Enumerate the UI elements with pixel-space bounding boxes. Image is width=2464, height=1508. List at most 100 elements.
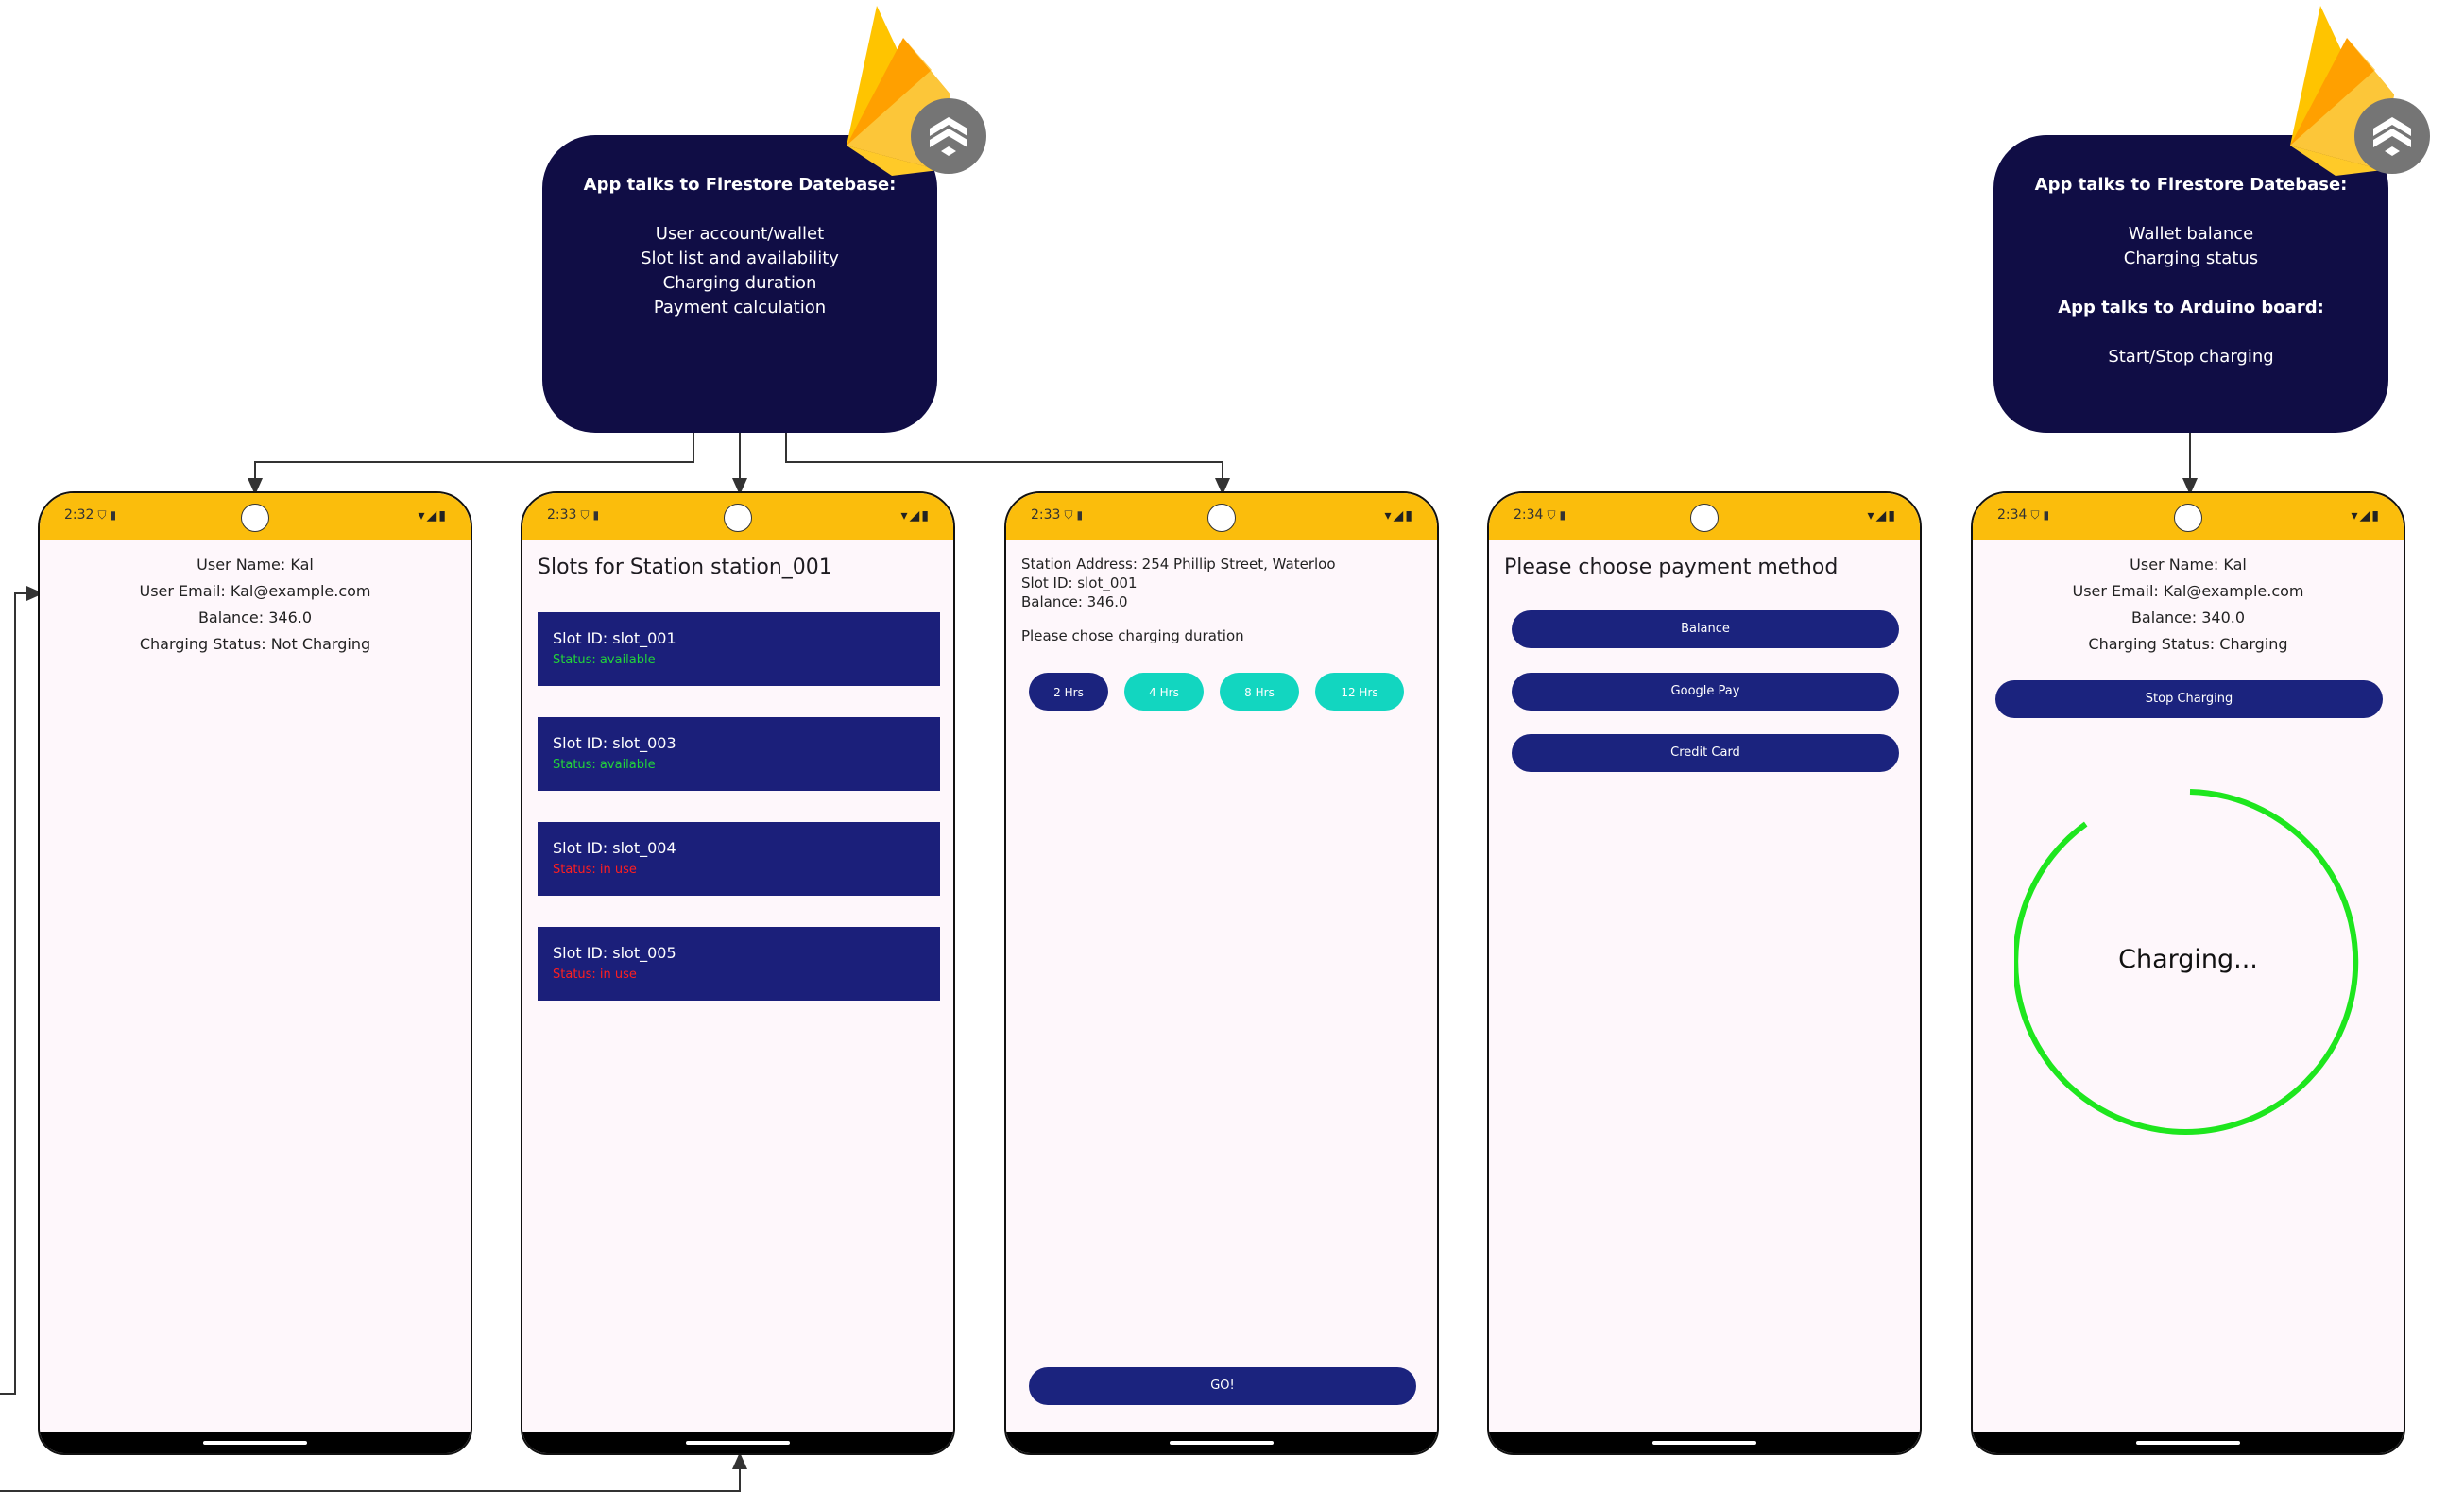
signal-icon: ◢ — [1393, 508, 1406, 523]
box-line: Charging status — [2123, 248, 2259, 268]
arrow-to-screen-3 — [785, 433, 1230, 495]
wifi-icon: ▾ — [900, 508, 910, 523]
camera-cutout — [1690, 504, 1719, 532]
battery-icon: ▮ — [1405, 508, 1414, 523]
page-title: Please choose payment method — [1504, 556, 1839, 579]
slot-id: Slot ID: slot_001 — [1021, 574, 1138, 591]
nav-bar — [1973, 1432, 2404, 1453]
battery-icon: ▮ — [2371, 508, 2381, 523]
duration-prompt: Please chose charging duration — [1021, 627, 1244, 644]
arrow-back-to-screen-2 — [0, 1452, 747, 1492]
nav-bar — [1489, 1432, 1920, 1453]
balance: Balance: 340.0 — [2130, 608, 2246, 626]
battery-icon: ▮ — [438, 508, 448, 523]
shield-icon: ⛉ — [580, 508, 590, 522]
arrow-back-to-screen-1 — [0, 586, 43, 1395]
status-bar: 2:33 ⛉ ▮ ▾◢▮ — [522, 493, 953, 540]
status-time: 2:33 — [1031, 507, 1061, 523]
screen-profile: 2:32 ⛉ ▮ ▾◢▮ User Name: Kal User Email: Ka… — [38, 491, 472, 1455]
home-indicator[interactable] — [1170, 1441, 1274, 1445]
slot-card[interactable]: Slot ID: slot_003 Status: available — [538, 717, 940, 791]
status-time: 2:34 — [1997, 507, 2028, 523]
user-email: User Email: Kal@example.com — [139, 582, 371, 600]
nav-bar — [522, 1432, 953, 1453]
camera-cutout — [2174, 504, 2202, 532]
battery-icon: ▮ — [921, 508, 931, 523]
slot-id: Slot ID: slot_004 — [553, 839, 676, 857]
slot-id: Slot ID: slot_001 — [553, 629, 676, 647]
firebase-logo-icon — [2290, 6, 2430, 176]
duration-12hrs-button[interactable]: 12 Hrs — [1315, 673, 1404, 711]
charging-label: Charging... — [2118, 945, 2258, 974]
shield-icon: ⛉ — [2030, 508, 2040, 522]
box-line: User account/wallet — [655, 224, 825, 244]
slot-card[interactable]: Slot ID: slot_005 Status: in use — [538, 927, 940, 1001]
slot-id: Slot ID: slot_003 — [553, 734, 676, 752]
slot-card[interactable]: Slot ID: slot_004 Status: in use — [538, 822, 940, 896]
nav-bar — [40, 1432, 471, 1453]
camera-cutout — [1207, 504, 1236, 532]
camera-cutout — [724, 504, 752, 532]
home-indicator[interactable] — [203, 1441, 307, 1445]
home-indicator[interactable] — [686, 1441, 790, 1445]
status-bar: 2:33 ⛉ ▮ ▾◢▮ — [1006, 493, 1437, 540]
stop-charging-button[interactable]: Stop Charging — [1995, 680, 2383, 718]
shield-icon: ⛉ — [1547, 508, 1556, 522]
screen-payment: 2:34 ⛉ ▮ ▾◢▮ Please choose payment method … — [1487, 491, 1922, 1455]
screen-charging: 2:34 ⛉ ▮ ▾◢▮ User Name: Kal User Email: Ka… — [1971, 491, 2405, 1455]
balance: Balance: 346.0 — [197, 608, 313, 626]
signal-icon: ◢ — [909, 508, 922, 523]
slot-status: Status: available — [553, 653, 656, 667]
balance: Balance: 346.0 — [1021, 593, 1128, 610]
pay-google-pay-button[interactable]: Google Pay — [1512, 673, 1899, 711]
slot-status: Status: available — [553, 758, 656, 772]
charging-status: Charging Status: Charging — [2088, 635, 2288, 653]
box-line: Wallet balance — [2128, 224, 2254, 244]
duration-8hrs-button[interactable]: 8 Hrs — [1220, 673, 1299, 711]
pay-balance-button[interactable]: Balance — [1512, 610, 1899, 648]
signal-icon: ◢ — [2359, 508, 2372, 523]
charging-status: Charging Status: Not Charging — [139, 635, 371, 653]
shield-icon: ⛉ — [1064, 508, 1073, 522]
user-email: User Email: Kal@example.com — [2072, 582, 2304, 600]
user-name: User Name: Kal — [197, 556, 314, 574]
box-title: App talks to Arduino board: — [2058, 298, 2324, 317]
box-line: Start/Stop charging — [2108, 347, 2274, 367]
sim-card-icon: ▮ — [592, 508, 600, 522]
box-line: Slot list and availability — [641, 248, 839, 268]
firebase-logo-icon — [847, 6, 986, 176]
battery-icon: ▮ — [1888, 508, 1897, 523]
slot-id: Slot ID: slot_005 — [553, 944, 676, 962]
sim-card-icon: ▮ — [1076, 508, 1084, 522]
status-time: 2:33 — [547, 507, 577, 523]
slot-status: Status: in use — [553, 863, 637, 877]
arrow-to-screen-1 — [248, 433, 694, 495]
page-title: Slots for Station station_001 — [538, 556, 832, 579]
duration-4hrs-button[interactable]: 4 Hrs — [1124, 673, 1204, 711]
camera-cutout — [241, 504, 269, 532]
box-line: Charging duration — [662, 273, 817, 293]
status-bar: 2:32 ⛉ ▮ ▾◢▮ — [40, 493, 471, 540]
sim-card-icon: ▮ — [1559, 508, 1566, 522]
shield-icon: ⛉ — [97, 508, 107, 522]
home-indicator[interactable] — [1652, 1441, 1756, 1445]
sim-card-icon: ▮ — [2043, 508, 2050, 522]
go-button[interactable]: GO! — [1029, 1367, 1416, 1405]
box-line: Payment calculation — [653, 298, 827, 317]
status-bar: 2:34 ⛉ ▮ ▾◢▮ — [1973, 493, 2404, 540]
screen-slots: 2:33 ⛉ ▮ ▾◢▮ Slots for Station station_001… — [521, 491, 955, 1455]
wifi-icon: ▾ — [2351, 508, 2360, 523]
signal-icon: ◢ — [1875, 508, 1889, 523]
pay-credit-card-button[interactable]: Credit Card — [1512, 734, 1899, 772]
slot-card[interactable]: Slot ID: slot_001 Status: available — [538, 612, 940, 686]
wifi-icon: ▾ — [1384, 508, 1394, 523]
home-indicator[interactable] — [2136, 1441, 2240, 1445]
station-address: Station Address: 254 Phillip Street, Wat… — [1021, 556, 1336, 573]
signal-icon: ◢ — [426, 508, 439, 523]
duration-2hrs-button[interactable]: 2 Hrs — [1029, 673, 1108, 711]
screen-duration: 2:33 ⛉ ▮ ▾◢▮ Station Address: 254 Phillip … — [1004, 491, 1439, 1455]
sim-card-icon: ▮ — [110, 508, 117, 522]
wifi-icon: ▾ — [418, 508, 427, 523]
status-time: 2:32 — [64, 507, 94, 523]
slot-status: Status: in use — [553, 968, 637, 982]
